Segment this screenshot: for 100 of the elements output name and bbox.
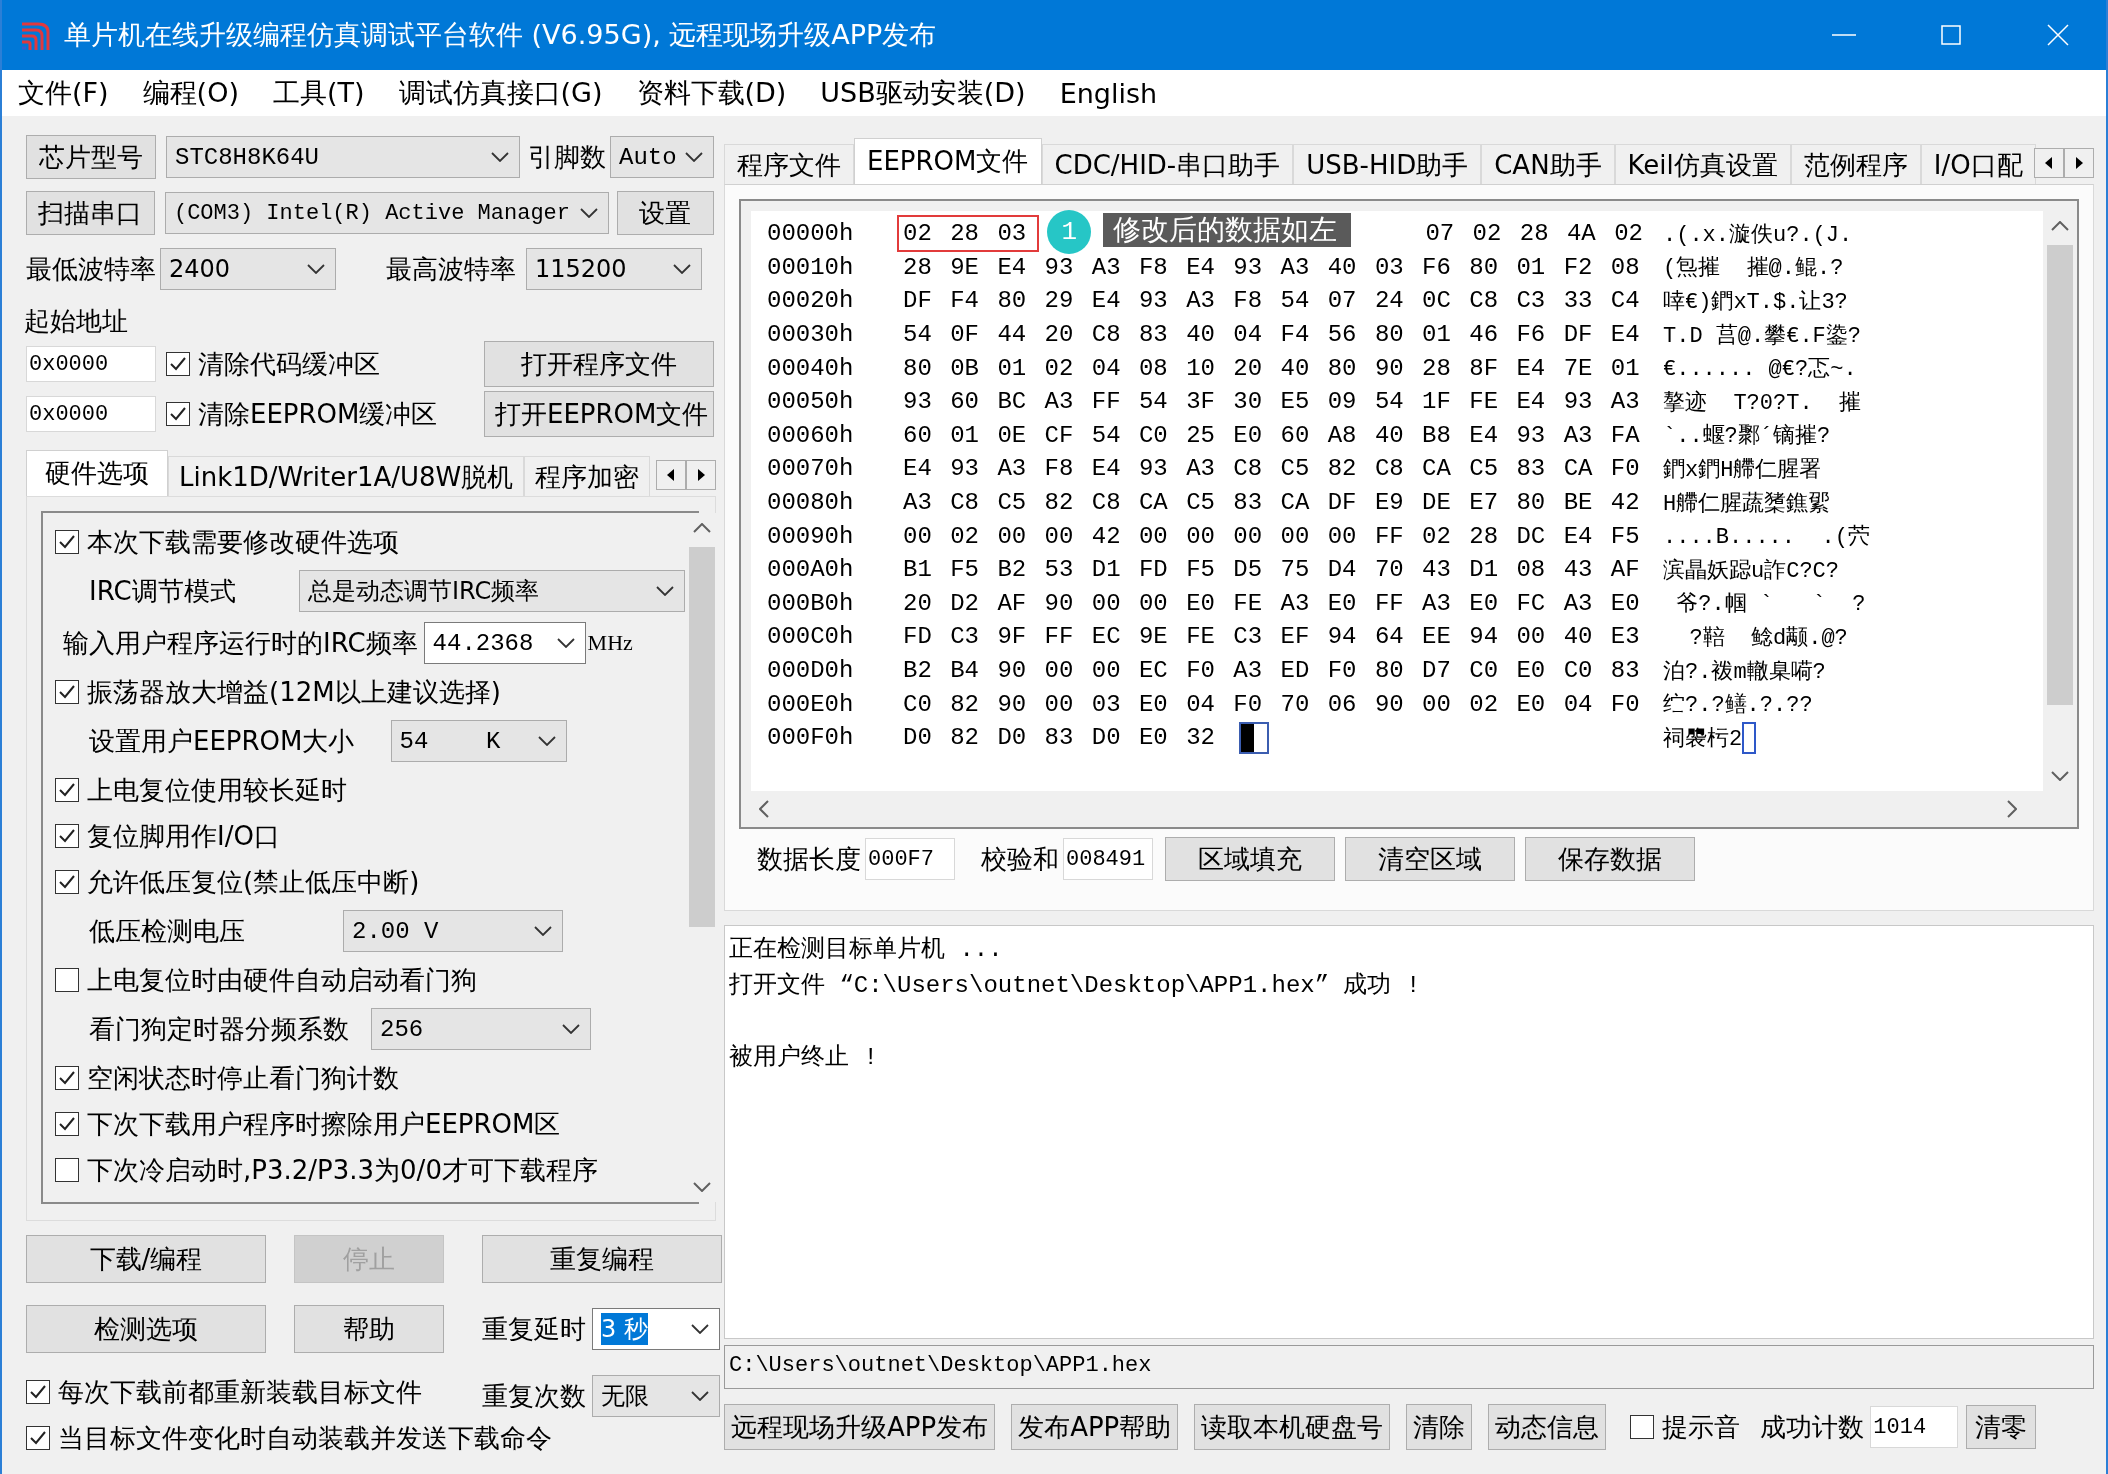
checkbox[interactable] <box>55 680 79 704</box>
data-length-field[interactable]: 000F7 <box>865 838 955 880</box>
hex-byte: 33 <box>1563 287 1594 315</box>
menu-item[interactable]: 文件(F) <box>18 75 109 111</box>
hex-byte: 00 <box>1138 589 1169 617</box>
hex-byte: 75 <box>1280 556 1311 584</box>
button[interactable]: 打开EEPROM文件 <box>484 391 714 437</box>
hex-byte: A3 <box>1610 388 1641 416</box>
checkbox[interactable] <box>166 402 190 426</box>
caret-icon <box>579 208 598 218</box>
button[interactable]: 帮助 <box>294 1305 444 1353</box>
checkbox[interactable] <box>26 1426 50 1450</box>
checkbox[interactable] <box>55 1158 79 1182</box>
checkbox[interactable] <box>166 352 190 376</box>
hex-byte: 08 <box>1516 556 1547 584</box>
address-field[interactable]: 0x0000 <box>26 396 156 432</box>
button[interactable]: 检测选项 <box>26 1305 266 1353</box>
dropdown[interactable]: 2.00 V <box>343 910 563 952</box>
address-field[interactable]: 0x0000 <box>26 346 156 382</box>
hex-byte: E0 <box>1138 690 1169 718</box>
dropdown[interactable]: 54 K <box>390 720 567 762</box>
dropdown[interactable]: 2400 <box>160 248 336 290</box>
menu-item[interactable]: USB驱动安装(D) <box>820 75 1026 111</box>
tab[interactable]: I/O口配 <box>1920 144 2036 184</box>
hex-byte: 93 <box>903 388 933 416</box>
dropdown[interactable]: (COM3) Intel(R) Active Manager <box>164 192 609 234</box>
menu-item[interactable]: English <box>1059 77 1158 109</box>
tab[interactable]: 程序文件 <box>724 144 854 184</box>
menu-item[interactable]: 资料下载(D) <box>636 75 787 111</box>
hex-byte: 94 <box>1327 623 1358 651</box>
button[interactable]: 保存数据 <box>1525 837 1695 881</box>
file-path-field[interactable]: C:\Users\outnet\Desktop\APP1.hex <box>724 1345 2094 1389</box>
label: 校验和 <box>981 842 1059 876</box>
dropdown[interactable]: 115200 <box>526 248 702 290</box>
button[interactable]: 打开程序文件 <box>484 341 714 387</box>
tab[interactable]: 程序加密 <box>524 456 651 496</box>
button[interactable]: 清零 <box>1966 1405 2037 1449</box>
dropdown[interactable]: 无限 <box>592 1375 720 1417</box>
scroll-down-icon[interactable] <box>2051 771 2069 781</box>
hex-text: 爷?.帼 ` ` ? <box>1675 591 1866 619</box>
count-field[interactable]: 1014 <box>1870 1406 1959 1448</box>
tab[interactable]: Link1D/Writer1A/U8W脱机 <box>168 456 525 496</box>
hex-byte: 83 <box>1138 321 1169 349</box>
hex-text: 纻?.?鳝.?.?? <box>1663 691 1813 720</box>
scroll-up-icon[interactable] <box>2051 221 2069 231</box>
dropdown[interactable]: 256 <box>371 1008 591 1050</box>
hex-byte: F4 <box>1280 321 1311 349</box>
hex-byte: 28 <box>1469 522 1500 550</box>
checkbox[interactable] <box>55 968 79 992</box>
hex-byte: 03 <box>997 220 1028 248</box>
dropdown[interactable]: 44.2368 <box>423 622 586 664</box>
button[interactable]: 发布APP帮助 <box>1011 1404 1179 1450</box>
checkbox[interactable] <box>55 824 79 848</box>
scrollbar-thumb[interactable] <box>2047 245 2073 705</box>
tab[interactable]: CDC/HID-串口助手 <box>1041 144 1294 184</box>
tab[interactable]: 硬件选项 <box>26 450 168 496</box>
scrollbar-thumb[interactable] <box>689 547 715 927</box>
tab[interactable]: Keil仿真设置 <box>1614 144 1791 184</box>
menu-item[interactable]: 调试仿真接口(G) <box>398 75 603 111</box>
scroll-down-icon[interactable] <box>693 1182 711 1192</box>
tab[interactable]: EEPROM文件 <box>854 138 1042 184</box>
button[interactable]: 清空区域 <box>1345 837 1515 881</box>
hex-byte: C8 <box>1091 321 1122 349</box>
dropdown[interactable]: STC8H8K64U <box>166 136 520 178</box>
hex-byte: 07 <box>1327 287 1358 315</box>
checkbox[interactable] <box>55 530 79 554</box>
button[interactable]: 扫描串口 <box>26 191 155 235</box>
scroll-left-icon[interactable] <box>2034 148 2064 178</box>
dropdown[interactable]: Auto <box>610 136 714 178</box>
menu-item[interactable]: 编程(O) <box>142 75 239 111</box>
scroll-right-icon[interactable] <box>2064 148 2094 178</box>
menu-item[interactable]: 工具(T) <box>272 75 365 111</box>
button[interactable]: 清除 <box>1406 1404 1473 1450</box>
tab[interactable]: USB-HID助手 <box>1293 144 1482 184</box>
dropdown[interactable]: 总是动态调节IRC频率 <box>299 570 685 612</box>
hex-byte: 80 <box>1327 354 1358 382</box>
button[interactable]: 下载/编程 <box>26 1235 266 1283</box>
checkbox[interactable] <box>55 1066 79 1090</box>
checkbox[interactable] <box>1630 1415 1655 1439</box>
scroll-right-icon[interactable] <box>686 460 716 490</box>
checkbox[interactable] <box>26 1380 50 1404</box>
checkbox[interactable] <box>55 778 79 802</box>
button[interactable]: 远程现场升级APP发布 <box>724 1404 996 1450</box>
button[interactable]: 区域填充 <box>1165 837 1335 881</box>
scroll-up-icon[interactable] <box>693 523 711 533</box>
hex-byte: F6 <box>1422 253 1452 281</box>
checkbox[interactable] <box>55 870 79 894</box>
tab[interactable]: CAN助手 <box>1481 144 1615 184</box>
button[interactable]: 动态信息 <box>1488 1404 1607 1450</box>
tab[interactable]: 范例程序 <box>1790 144 1921 184</box>
checksum-field[interactable]: 008491 <box>1063 838 1153 880</box>
label: 输入用户程序运行时的IRC频率 <box>63 626 418 660</box>
hex-byte: 60 <box>903 421 933 449</box>
button[interactable]: 读取本机硬盘号 <box>1194 1404 1391 1450</box>
button[interactable]: 设置 <box>616 191 714 235</box>
button[interactable]: 重复编程 <box>482 1235 722 1283</box>
scroll-left-icon[interactable] <box>656 460 686 490</box>
button[interactable]: 芯片型号 <box>26 135 156 179</box>
dropdown[interactable]: 3 秒 <box>592 1308 720 1350</box>
checkbox[interactable] <box>55 1112 79 1136</box>
